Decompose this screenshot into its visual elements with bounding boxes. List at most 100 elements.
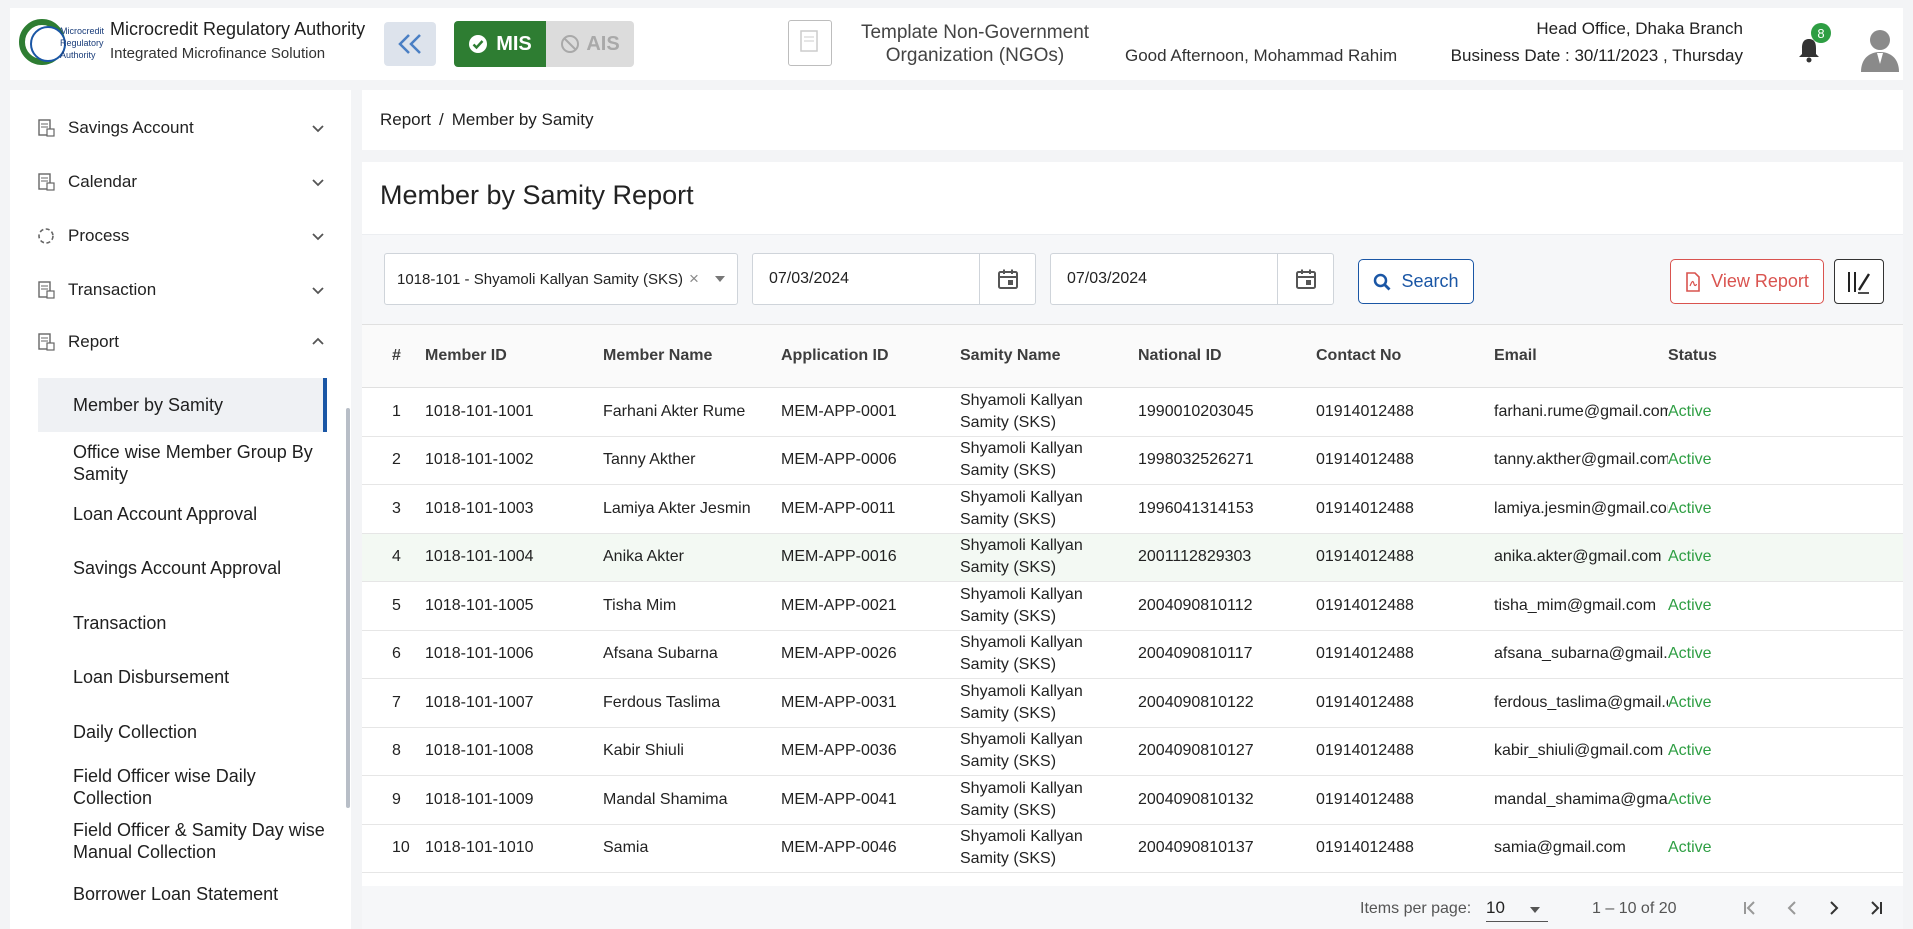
calendar-icon (997, 269, 1018, 289)
sidebar-subitem-field-officer-samity-day-collection[interactable]: Field Officer & Samity Day wise Manual C… (38, 816, 327, 866)
chevron-left-icon (1787, 901, 1796, 915)
ais-label: AIS (586, 32, 620, 55)
dropdown-arrow-icon[interactable] (715, 276, 725, 282)
chevron-down-icon (312, 125, 324, 133)
column-header-row-number: # (392, 347, 401, 364)
to-date-field[interactable]: 07/03/2024 (1050, 253, 1334, 305)
table-row[interactable]: 1 1018-101-1001 Farhani Akter Rume MEM-APP-… (362, 388, 1903, 437)
cell-email: tanny.akther@gmail.com (1494, 451, 1668, 469)
sidebar-item-transaction[interactable]: Transaction (10, 268, 351, 312)
cell-national-id: 2004090810127 (1138, 742, 1254, 760)
sidebar-item-process[interactable]: Process (10, 214, 351, 258)
items-per-page-select[interactable]: 10 (1486, 898, 1548, 922)
cell-application-id: MEM-APP-0046 (781, 839, 897, 857)
table-row[interactable]: 2 1018-101-1002 Tanny Akther MEM-APP-0006 Sh… (362, 437, 1903, 485)
cell-national-id: 1996041314153 (1138, 499, 1254, 517)
cell-samity-name: Shyamoli Kallyan Samity (SKS) (960, 731, 1083, 771)
cell-email: tisha_mim@gmail.com (1494, 596, 1657, 614)
cell-member-name: Lamiya Akter Jesmin (603, 499, 751, 517)
paginator: Items per page: 10 1 – 10 of 20 (362, 886, 1903, 929)
table-row[interactable]: 8 1018-101-1008 Kabir Shiuli MEM-APP-0036 Sh… (362, 728, 1903, 776)
cell-member-id: 1018-101-1005 (425, 596, 534, 614)
sidebar-subitem-loan-disbursement[interactable]: Loan Disbursement (38, 655, 327, 699)
cell-samity-name: Shyamoli Kallyan Samity (SKS) (960, 682, 1083, 722)
sidebar-subitem-transaction[interactable]: Transaction (38, 601, 327, 645)
sidebar-subitem-office-wise-member-group[interactable]: Office wise Member Group By Samity (38, 436, 327, 490)
column-header-member-id: Member ID (425, 347, 507, 364)
table-row[interactable]: 5 1018-101-1005 Tisha Mim MEM-APP-0021 Shyam… (362, 582, 1903, 631)
cell-application-id: MEM-APP-0006 (781, 451, 897, 469)
sidebar-item-report[interactable]: Report (10, 320, 351, 364)
next-page-button[interactable] (1820, 894, 1848, 922)
cell-member-id: 1018-101-1004 (425, 548, 534, 566)
collapse-sidebar-button[interactable] (384, 22, 436, 66)
cell-row-number: 4 (392, 548, 401, 566)
cell-member-name: Mandal Shamima (603, 790, 728, 808)
to-date-picker-button[interactable] (1277, 254, 1333, 304)
cell-contact-no: 01914012488 (1316, 742, 1414, 760)
sidebar-subitem-field-officer-daily-collection[interactable]: Field Officer wise Daily Collection (38, 762, 327, 812)
cell-status: Active (1668, 596, 1712, 614)
cell-row-number: 1 (392, 402, 401, 420)
cell-member-name: Tanny Akther (603, 451, 696, 469)
cell-samity-name: Shyamoli Kallyan Samity (SKS) (960, 779, 1083, 819)
sidebar-scrollbar[interactable] (346, 408, 350, 808)
from-date-picker-button[interactable] (979, 254, 1035, 304)
sidebar-item-calendar[interactable]: Calendar (10, 160, 351, 204)
ais-toggle-button[interactable]: AIS (546, 21, 634, 67)
table-row[interactable]: 3 1018-101-1003 Lamiya Akter Jesmin MEM-APP… (362, 485, 1903, 534)
sidebar-subitem-savings-account-approval[interactable]: Savings Account Approval (38, 546, 327, 590)
search-button[interactable]: Search (1358, 259, 1474, 304)
cell-member-id: 1018-101-1002 (425, 451, 534, 469)
cell-row-number: 5 (392, 596, 401, 614)
column-settings-button[interactable] (1834, 259, 1884, 304)
ban-icon (561, 35, 580, 53)
last-page-button[interactable] (1862, 894, 1890, 922)
svg-text:Microcredit: Microcredit (60, 26, 105, 36)
breadcrumb-report-link[interactable]: Report (380, 110, 431, 130)
chevron-down-icon (312, 233, 324, 241)
cell-row-number: 2 (392, 451, 401, 469)
items-per-page-value: 10 (1486, 898, 1505, 917)
svg-text:Regulatory: Regulatory (60, 38, 104, 48)
user-greeting: Good Afternoon, Mohammad Rahim (1125, 46, 1398, 65)
cell-email: afsana_subarna@gmail.com (1494, 645, 1668, 663)
cell-contact-no: 01914012488 (1316, 645, 1414, 663)
cell-email: kabir_shiuli@gmail.com (1494, 742, 1664, 760)
first-page-icon (1744, 901, 1755, 915)
previous-page-button[interactable] (1778, 894, 1806, 922)
breadcrumb-separator: / (439, 110, 444, 129)
mis-toggle-button[interactable]: MIS (454, 21, 546, 67)
table-row[interactable]: 10 1018-101-1010 Samia MEM-APP-0046 Shyamoli… (362, 825, 1903, 873)
mis-label: MIS (496, 32, 532, 55)
user-avatar-icon[interactable] (1858, 26, 1902, 72)
breadcrumb: Report / Member by Samity (362, 90, 1903, 150)
sidebar-item-label: Report (68, 332, 120, 351)
sidebar-item-savings-account[interactable]: Savings Account (10, 106, 351, 150)
last-page-icon (1871, 901, 1882, 915)
document-icon (38, 173, 55, 191)
table-row[interactable]: 9 1018-101-1009 Mandal Shamima MEM-APP-0041… (362, 776, 1903, 825)
from-date-field[interactable]: 07/03/2024 (752, 253, 1036, 305)
table-row[interactable]: 7 1018-101-1007 Ferdous Taslima MEM-APP-003… (362, 679, 1903, 728)
sidebar-subitem-loan-account-approval[interactable]: Loan Account Approval (38, 492, 327, 536)
cell-member-id: 1018-101-1003 (425, 499, 534, 517)
table-row[interactable]: 4 1018-101-1004 Anika Akter MEM-APP-0016 Shy… (362, 533, 1903, 582)
first-page-button[interactable] (1736, 894, 1764, 922)
sidebar-subitem-borrower-loan-statement[interactable]: Borrower Loan Statement (38, 872, 327, 916)
members-table: # Member ID Member Name Application ID Samit… (362, 324, 1903, 873)
table-row[interactable]: 6 1018-101-1006 Afsana Subarna MEM-APP-0026… (362, 631, 1903, 679)
view-report-button[interactable]: View Report (1670, 259, 1824, 304)
chevron-up-icon (312, 337, 324, 345)
page-title: Member by Samity Report (380, 180, 694, 210)
cell-status: Active (1668, 693, 1712, 711)
column-header-email: Email (1494, 347, 1537, 364)
cell-member-name: Anika Akter (603, 548, 684, 566)
samity-select[interactable]: 1018-101 - Shyamoli Kallyan Samity (SKS)… (384, 253, 738, 305)
double-chevron-left-icon (398, 34, 421, 54)
cell-member-id: 1018-101-1009 (425, 790, 534, 808)
clear-icon[interactable]: × (689, 269, 699, 289)
sidebar-subitem-member-by-samity[interactable]: Member by Samity (38, 378, 327, 432)
cell-row-number: 6 (392, 645, 401, 663)
sidebar-subitem-daily-collection[interactable]: Daily Collection (38, 710, 327, 754)
